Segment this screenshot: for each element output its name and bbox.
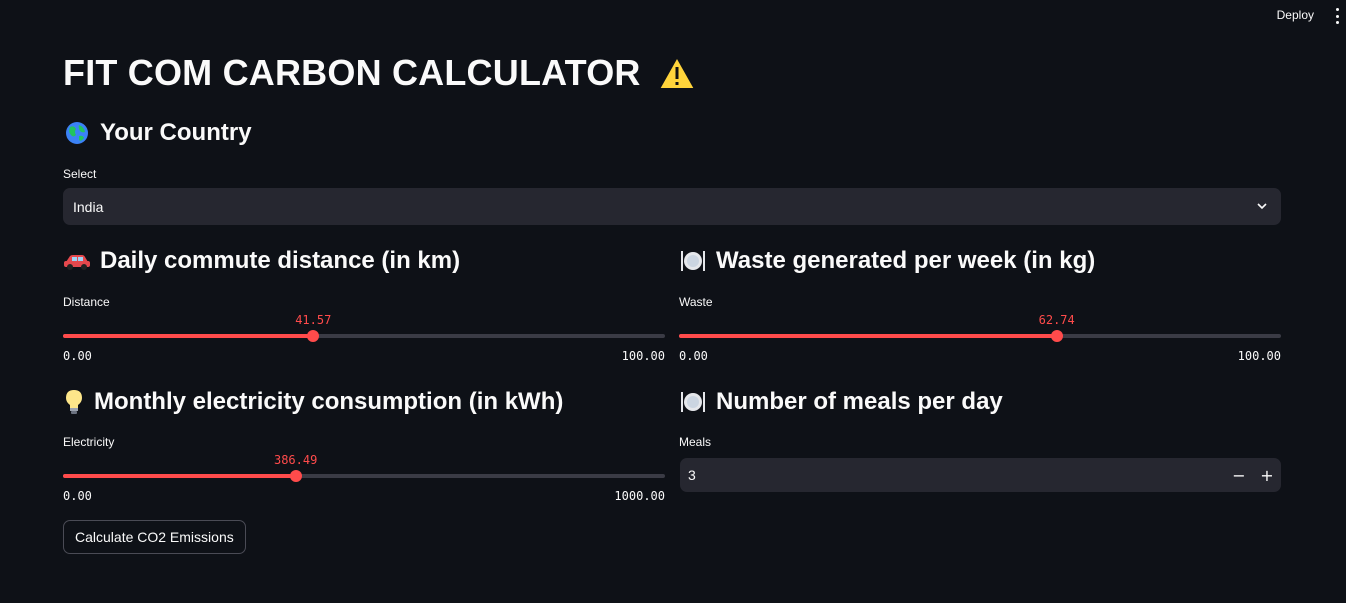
slider-fill (63, 334, 314, 338)
slider-thumb[interactable] (1050, 330, 1063, 342)
slider-thumb[interactable] (307, 330, 320, 342)
slider-max: 100.00 (621, 349, 665, 363)
meals-label: Meals (679, 435, 712, 449)
electricity-heading-text: Monthly electricity consumption (in kWh) (94, 388, 564, 415)
deploy-button[interactable]: Deploy (1277, 8, 1314, 22)
warning-icon (656, 54, 697, 91)
slider-thumb[interactable] (289, 470, 302, 482)
plate-icon (679, 390, 707, 414)
slider-min: 0.00 (63, 489, 92, 503)
distance-heading: Daily commute distance (in km) (63, 247, 460, 275)
electricity-heading: Monthly electricity consumption (in kWh) (63, 388, 563, 416)
plate-icon (679, 249, 707, 273)
slider-value: 386.49 (273, 453, 318, 467)
meals-input-value[interactable]: 3 (680, 467, 1225, 483)
chevron-down-icon (1257, 203, 1267, 210)
meals-heading-text: Number of meals per day (716, 388, 1003, 415)
meals-heading: Number of meals per day (679, 388, 1003, 416)
globe-icon (63, 121, 91, 145)
waste-heading: Waste generated per week (in kg) (679, 247, 1095, 275)
top-bar: Deploy (0, 0, 1346, 30)
meals-number-input[interactable]: 3 − + (680, 458, 1281, 492)
waste-slider[interactable]: 62.74 0.00 100.00 (679, 301, 1281, 363)
distance-heading-text: Daily commute distance (in km) (100, 247, 461, 274)
country-heading-text: Your Country (100, 119, 252, 146)
waste-heading-text: Waste generated per week (in kg) (716, 247, 1096, 274)
calculate-button[interactable]: Calculate CO2 Emissions (63, 520, 246, 554)
country-select-label: Select (63, 167, 97, 181)
page-title: FIT COM CARBON CALCULATOR (63, 52, 697, 94)
slider-fill (679, 334, 1057, 338)
decrement-button[interactable]: − (1225, 458, 1253, 492)
slider-min: 0.00 (679, 349, 708, 363)
country-select[interactable]: India (63, 188, 1281, 225)
main-menu-icon[interactable] (1332, 8, 1342, 24)
country-heading: Your Country (63, 119, 252, 147)
slider-value: 62.74 (1038, 313, 1075, 327)
slider-max: 1000.00 (614, 489, 665, 503)
electricity-slider[interactable]: 386.49 0.00 1000.00 (63, 441, 665, 503)
increment-button[interactable]: + (1253, 458, 1281, 492)
slider-value: 41.57 (295, 313, 332, 327)
page-title-text: FIT COM CARBON CALCULATOR (63, 52, 641, 93)
distance-slider[interactable]: 41.57 0.00 100.00 (63, 301, 665, 363)
country-select-value: India (73, 198, 104, 215)
lightbulb-icon (63, 389, 85, 415)
slider-max: 100.00 (1237, 349, 1281, 363)
slider-min: 0.00 (63, 349, 92, 363)
slider-fill (63, 474, 296, 478)
car-icon (63, 251, 91, 271)
